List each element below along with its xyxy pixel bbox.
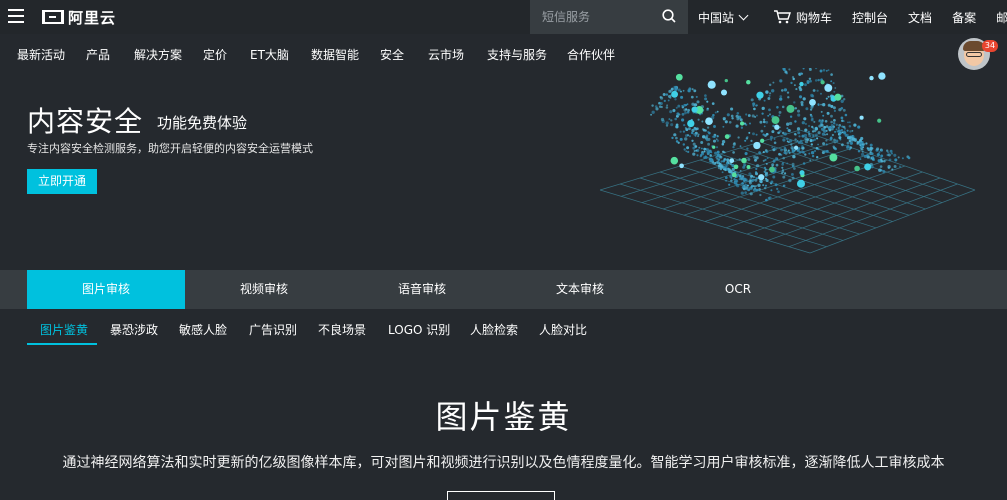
section-title: 图片鉴黄 — [435, 398, 572, 436]
hero-description: 专注内容安全检测服务，助您开启轻便的内容安全运营模式 — [27, 142, 313, 155]
subtab-terrorism-politics[interactable]: 暴恐涉政 — [110, 321, 158, 338]
hero-title: 内容安全 — [27, 105, 144, 138]
docs-link[interactable]: 文档 — [908, 9, 932, 26]
shopping-cart-icon — [774, 10, 791, 24]
chevron-down-icon — [738, 10, 749, 20]
cart-label: 购物车 — [796, 10, 833, 25]
subtab-face-compare[interactable]: 人脸对比 — [539, 321, 587, 338]
subtab-face-search[interactable]: 人脸检索 — [470, 321, 518, 338]
nav-item-data-intelligence[interactable]: 数据智能 — [311, 46, 359, 63]
nav-item-solutions[interactable]: 解决方案 — [134, 46, 182, 63]
activate-now-button[interactable]: 立即开通 — [27, 169, 97, 194]
grid-plane — [599, 129, 976, 254]
point-cloud-illustration — [599, 68, 976, 254]
section-action-button[interactable] — [447, 491, 555, 500]
region-label: 中国站 — [698, 10, 735, 25]
logo-mark — [42, 10, 64, 24]
nav-item-products[interactable]: 产品 — [86, 46, 110, 63]
tab-text-review[interactable]: 文本审核 — [501, 270, 659, 309]
top-bar: 阿里云 中国站 购物车 控制台 文档 备案 邮箱 — [0, 0, 1007, 34]
tab-video-review[interactable]: 视频审核 — [185, 270, 343, 309]
tab-audio-review[interactable]: 语音审核 — [343, 270, 501, 309]
nav-item-partners[interactable]: 合作伙伴 — [567, 46, 615, 63]
section-description: 通过神经网络算法和实时更新的亿级图像样本库，可对图片和视频进行识别以及色情程度量… — [62, 455, 945, 471]
hero-subtitle: 功能免费体验 — [157, 114, 248, 132]
mail-link[interactable]: 邮箱 — [996, 9, 1007, 26]
nav-item-support[interactable]: 支持与服务 — [487, 46, 547, 63]
nav-item-et-brain[interactable]: ET大脑 — [250, 46, 289, 63]
tab-ocr[interactable]: OCR — [659, 270, 817, 309]
cart-link[interactable]: 购物车 — [773, 9, 832, 26]
top-nav: 中国站 购物车 控制台 文档 备案 邮箱 — [698, 0, 1007, 34]
region-selector[interactable]: 中国站 — [698, 9, 749, 26]
subtab-sensitive-faces[interactable]: 敏感人脸 — [179, 321, 227, 338]
notification-badge: 34 — [982, 40, 998, 52]
logo-text: 阿里云 — [68, 8, 117, 27]
tab-image-review[interactable]: 图片审核 — [27, 270, 185, 309]
subtab-porn-detection[interactable]: 图片鉴黄 — [40, 321, 88, 338]
aliyun-logo[interactable]: 阿里云 — [42, 7, 116, 27]
console-link[interactable]: 控制台 — [852, 9, 888, 26]
nav-item-pricing[interactable]: 定价 — [203, 46, 227, 63]
category-tabs: 图片审核 视频审核 语音审核 文本审核 OCR — [0, 270, 1007, 309]
active-subtab-indicator — [27, 343, 97, 345]
search-icon[interactable] — [662, 9, 676, 23]
sub-tabs: 图片鉴黄 暴恐涉政 敏感人脸 广告识别 不良场景 LOGO 识别 人脸检索 人脸… — [0, 309, 1007, 345]
subtab-bad-scenes[interactable]: 不良场景 — [318, 321, 366, 338]
nav-item-security[interactable]: 安全 — [380, 46, 404, 63]
subtab-logo-recognition[interactable]: LOGO 识别 — [388, 321, 450, 338]
icp-filing-link[interactable]: 备案 — [952, 9, 976, 26]
avatar-glasses — [966, 52, 982, 57]
nav-item-latest-activities[interactable]: 最新活动 — [17, 46, 65, 63]
search-box — [530, 0, 688, 34]
nav-item-marketplace[interactable]: 云市场 — [428, 46, 464, 63]
hamburger-menu-icon[interactable] — [8, 9, 24, 23]
main-nav: 最新活动 产品 解决方案 定价 ET大脑 数据智能 安全 云市场 支持与服务 合… — [0, 34, 1007, 72]
subtab-ad-recognition[interactable]: 广告识别 — [249, 321, 297, 338]
